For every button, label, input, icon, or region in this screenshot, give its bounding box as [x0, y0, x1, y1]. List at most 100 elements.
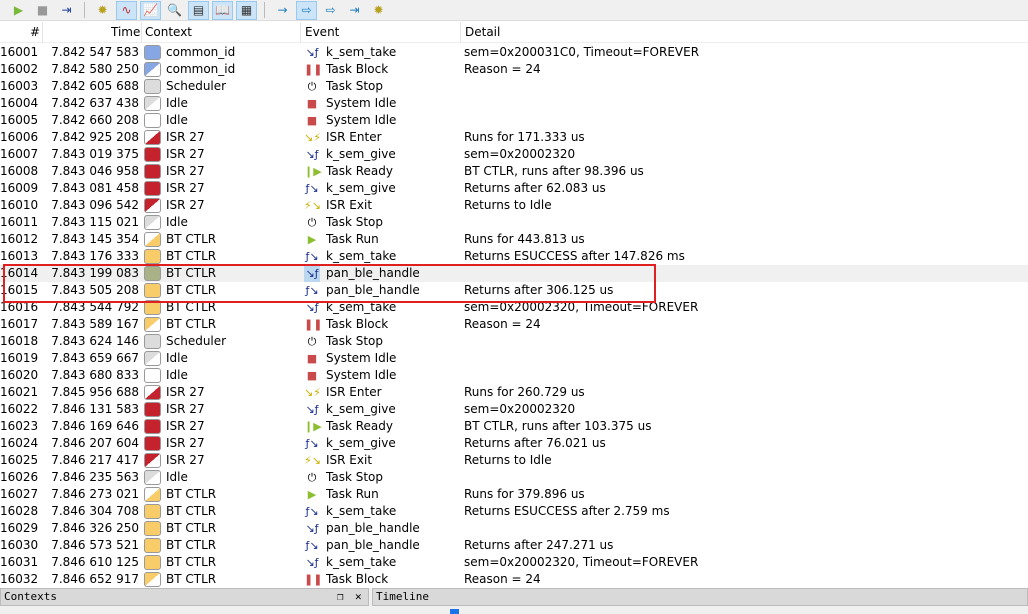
- table-row[interactable]: 16011 7.843 115 021 Idle ⏻ Task Stop: [0, 214, 1028, 231]
- timeline-marker[interactable]: [450, 609, 459, 614]
- context-icon: [144, 504, 161, 519]
- context-icon: [144, 419, 161, 434]
- table-row[interactable]: 16002 7.842 580 250 common_id ❚❚ Task Bl…: [0, 61, 1028, 78]
- chart-button[interactable]: 📈: [140, 0, 161, 20]
- table-row[interactable]: 16032 7.846 652 917 BT CTLR ❚❚ Task Bloc…: [0, 571, 1028, 588]
- header-event[interactable]: Event: [305, 25, 339, 39]
- table-row[interactable]: 16021 7.845 956 688 ISR 27 ↘⚡ ISR Enter …: [0, 384, 1028, 401]
- close-icon[interactable]: ✕: [355, 589, 362, 605]
- row-event: Task Stop: [326, 334, 383, 348]
- row-event: ISR Enter: [326, 130, 382, 144]
- context-icon: [144, 385, 161, 400]
- task-ready-icon: ❙▶: [304, 165, 322, 178]
- row-event: k_sem_give: [326, 147, 396, 161]
- table-row[interactable]: 16025 7.846 217 417 ISR 27 ⚡↘ ISR Exit R…: [0, 452, 1028, 469]
- square-icon: ■: [306, 97, 318, 110]
- restore-icon[interactable]: ❐: [337, 589, 344, 605]
- log-button[interactable]: ▤: [188, 0, 209, 20]
- row-context: common_id: [166, 62, 236, 76]
- table-row[interactable]: 16026 7.846 235 563 Idle ⏻ Task Stop: [0, 469, 1028, 486]
- table-row[interactable]: 16007 7.843 019 375 ISR 27 ↘ƒ k_sem_give…: [0, 146, 1028, 163]
- square-icon: ■: [306, 369, 318, 382]
- row-number: 16013: [0, 249, 39, 263]
- context-icon: [144, 470, 161, 485]
- row-time: 7.842 660 208: [51, 113, 139, 127]
- table-row[interactable]: 16031 7.846 610 125 BT CTLR ↘ƒ k_sem_tak…: [0, 554, 1028, 571]
- highlight-box: [3, 264, 656, 303]
- row-time: 7.846 652 917: [51, 572, 139, 586]
- row-time: 7.846 573 521: [51, 538, 139, 552]
- row-time: 7.846 217 417: [51, 453, 139, 467]
- table-button[interactable]: ▦: [236, 0, 257, 20]
- row-context: ISR 27: [166, 181, 205, 195]
- row-number: 16007: [0, 147, 39, 161]
- header-num[interactable]: #: [30, 25, 40, 39]
- table-row[interactable]: 16024 7.846 207 604 ISR 27 ƒ↘ k_sem_give…: [0, 435, 1028, 452]
- context-icon: [144, 79, 161, 94]
- play-icon: ▶: [307, 233, 317, 246]
- table-row[interactable]: 16030 7.846 573 521 BT CTLR ƒ↘ pan_ble_h…: [0, 537, 1028, 554]
- row-number: 16019: [0, 351, 39, 365]
- row-time: 7.842 925 208: [51, 130, 139, 144]
- table-row[interactable]: 16004 7.842 637 438 Idle ■ System Idle: [0, 95, 1028, 112]
- play-button[interactable]: ▶: [8, 1, 29, 20]
- table-row[interactable]: 16008 7.843 046 958 ISR 27 ❙▶ Task Ready…: [0, 163, 1028, 180]
- gear-button[interactable]: ✹: [92, 1, 113, 20]
- header-time[interactable]: Time: [111, 25, 140, 39]
- table-row[interactable]: 16006 7.842 925 208 ISR 27 ↘⚡ ISR Enter …: [0, 129, 1028, 146]
- row-number: 16029: [0, 521, 39, 535]
- header-context[interactable]: Context: [145, 25, 192, 39]
- step-button[interactable]: ⇥: [56, 1, 77, 20]
- context-icon: [144, 215, 161, 230]
- stop-button[interactable]: ■: [32, 1, 53, 20]
- table-row[interactable]: 16003 7.842 605 688 Scheduler ⏻ Task Sto…: [0, 78, 1028, 95]
- row-event: pan_ble_handle: [326, 521, 420, 535]
- row-number: 16001: [0, 45, 39, 59]
- row-detail: Returns after 247.271 us: [464, 538, 614, 552]
- table-row[interactable]: 16023 7.846 169 646 ISR 27 ❙▶ Task Ready…: [0, 418, 1028, 435]
- bottom-panels: Contexts ❐ ✕ Timeline: [0, 588, 1028, 614]
- context-icon: [144, 402, 161, 417]
- header-detail[interactable]: Detail: [465, 25, 500, 39]
- gear-box-button[interactable]: ✹: [368, 1, 389, 20]
- row-number: 16023: [0, 419, 39, 433]
- row-time: 7.845 956 688: [51, 385, 139, 399]
- row-time: 7.846 304 708: [51, 504, 139, 518]
- row-event: k_sem_give: [326, 402, 396, 416]
- table-row[interactable]: 16019 7.843 659 667 Idle ■ System Idle: [0, 350, 1028, 367]
- wave-button[interactable]: ∿: [116, 0, 137, 20]
- table-row[interactable]: 16029 7.846 326 250 BT CTLR ↘ƒ pan_ble_h…: [0, 520, 1028, 537]
- table-row[interactable]: 16022 7.846 131 583 ISR 27 ↘ƒ k_sem_give…: [0, 401, 1028, 418]
- isr-enter-icon: ↘⚡: [304, 386, 321, 399]
- table-row[interactable]: 16010 7.843 096 542 ISR 27 ⚡↘ ISR Exit R…: [0, 197, 1028, 214]
- table-row[interactable]: 16027 7.846 273 021 BT CTLR ▶ Task Run R…: [0, 486, 1028, 503]
- row-event: k_sem_give: [326, 181, 396, 195]
- arrow-end-button[interactable]: ⇥: [344, 1, 365, 20]
- table-row[interactable]: 16017 7.843 589 167 BT CTLR ❚❚ Task Bloc…: [0, 316, 1028, 333]
- row-time: 7.842 580 250: [51, 62, 139, 76]
- arrow-box2-button[interactable]: ⇨: [320, 1, 341, 20]
- log-icon: ▤: [192, 3, 205, 17]
- row-time: 7.842 637 438: [51, 96, 139, 110]
- table-row[interactable]: 16018 7.843 624 146 Scheduler ⏻ Task Sto…: [0, 333, 1028, 350]
- book-button[interactable]: 📖: [212, 0, 233, 20]
- isr-exit-icon: ⚡↘: [304, 199, 321, 212]
- table-row[interactable]: 16028 7.846 304 708 BT CTLR ƒ↘ k_sem_tak…: [0, 503, 1028, 520]
- row-number: 16024: [0, 436, 39, 450]
- table-row[interactable]: 16020 7.843 680 833 Idle ■ System Idle: [0, 367, 1028, 384]
- contexts-title: Contexts: [4, 590, 57, 603]
- row-time: 7.843 659 667: [51, 351, 139, 365]
- row-time: 7.842 605 688: [51, 79, 139, 93]
- row-time: 7.843 680 833: [51, 368, 139, 382]
- table-row[interactable]: 16009 7.843 081 458 ISR 27 ƒ↘ k_sem_give…: [0, 180, 1028, 197]
- arrow-right-button[interactable]: →: [272, 1, 293, 20]
- function-return-icon: ƒ↘: [305, 505, 319, 518]
- row-number: 16030: [0, 538, 39, 552]
- context-icon: [144, 62, 161, 77]
- table-row[interactable]: 16005 7.842 660 208 Idle ■ System Idle: [0, 112, 1028, 129]
- table-row[interactable]: 16013 7.843 176 333 BT CTLR ƒ↘ k_sem_tak…: [0, 248, 1028, 265]
- table-row[interactable]: 16001 7.842 547 583 common_id ↘ƒ k_sem_t…: [0, 44, 1028, 61]
- zoom-button[interactable]: 🔍: [164, 1, 185, 20]
- table-row[interactable]: 16012 7.843 145 354 BT CTLR ▶ Task Run R…: [0, 231, 1028, 248]
- arrow-box-button[interactable]: ⇨: [296, 0, 317, 20]
